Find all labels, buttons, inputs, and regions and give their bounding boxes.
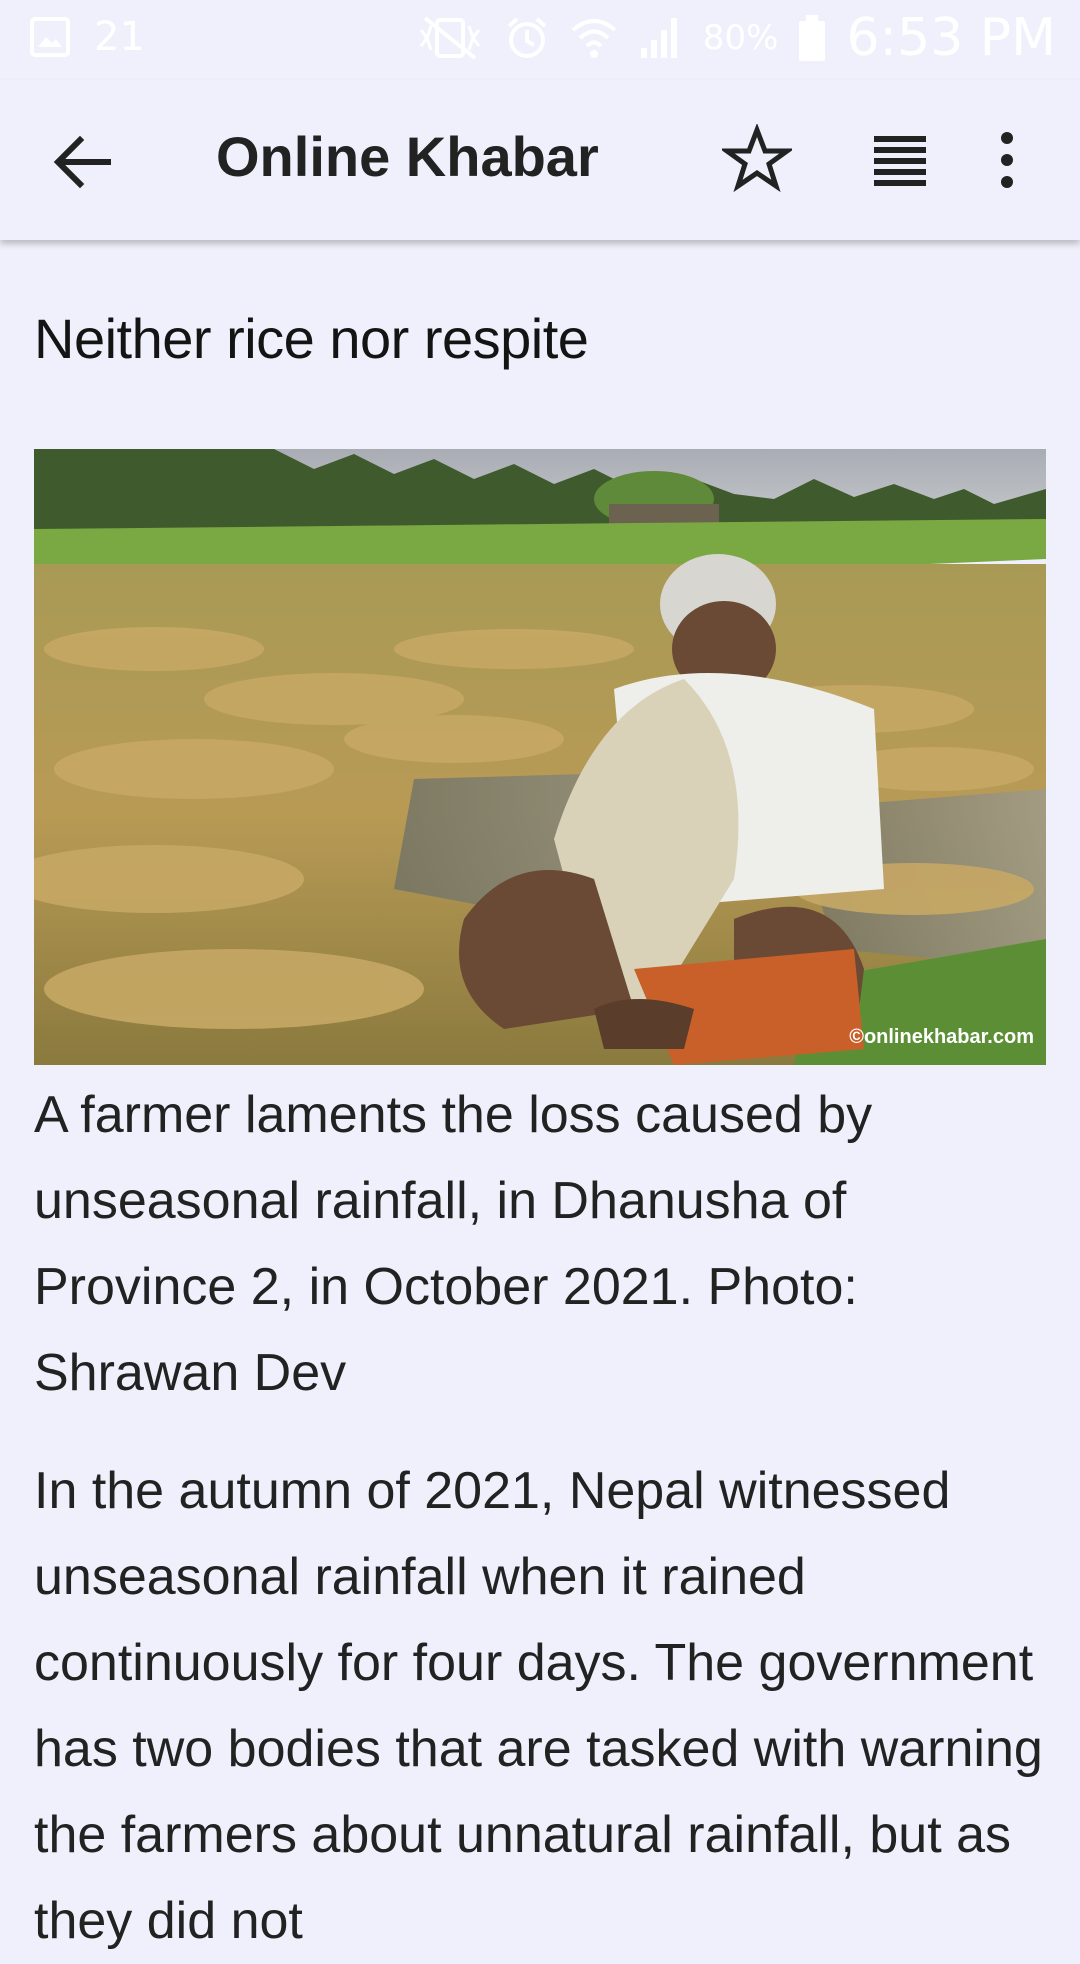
back-button[interactable]: [50, 132, 120, 192]
status-bar: 21 80% 6:53 PM: [0, 0, 1080, 80]
photo-watermark: ©onlinekhabar.com: [849, 1026, 1034, 1048]
star-outline-icon: [719, 122, 795, 198]
notification-count: 21: [94, 14, 145, 60]
alarm-icon: [503, 14, 551, 62]
article-headline: Neither rice nor respite: [34, 307, 589, 370]
more-vert-icon: [992, 132, 1022, 196]
photo-caption: A farmer laments the loss caused by unse…: [34, 1086, 873, 1402]
clock-time: 6:53 PM: [846, 8, 1056, 68]
app-bar: Online Khabar: [0, 80, 1080, 240]
status-bar-left: 21: [28, 14, 145, 60]
battery-icon: [796, 13, 828, 63]
list-view-icon: [872, 136, 928, 192]
more-options-button[interactable]: [992, 128, 1022, 192]
status-bar-right: 80% 6:53 PM: [415, 8, 1056, 68]
gallery-notification-icon: [28, 15, 72, 59]
article-photo: ©onlinekhabar.com: [34, 449, 1046, 1065]
mute-vibrate-icon: [415, 14, 485, 62]
bookmark-button[interactable]: [719, 122, 795, 194]
app-title: Online Khabar: [216, 125, 599, 188]
article-body: In the autumn of 2021, Nepal witnessed u…: [34, 1462, 1043, 1950]
battery-percent: 80%: [702, 18, 779, 58]
back-arrow-icon: [50, 135, 120, 196]
signal-icon: [637, 14, 685, 62]
wifi-icon: [569, 14, 619, 62]
list-view-button[interactable]: [872, 132, 928, 188]
